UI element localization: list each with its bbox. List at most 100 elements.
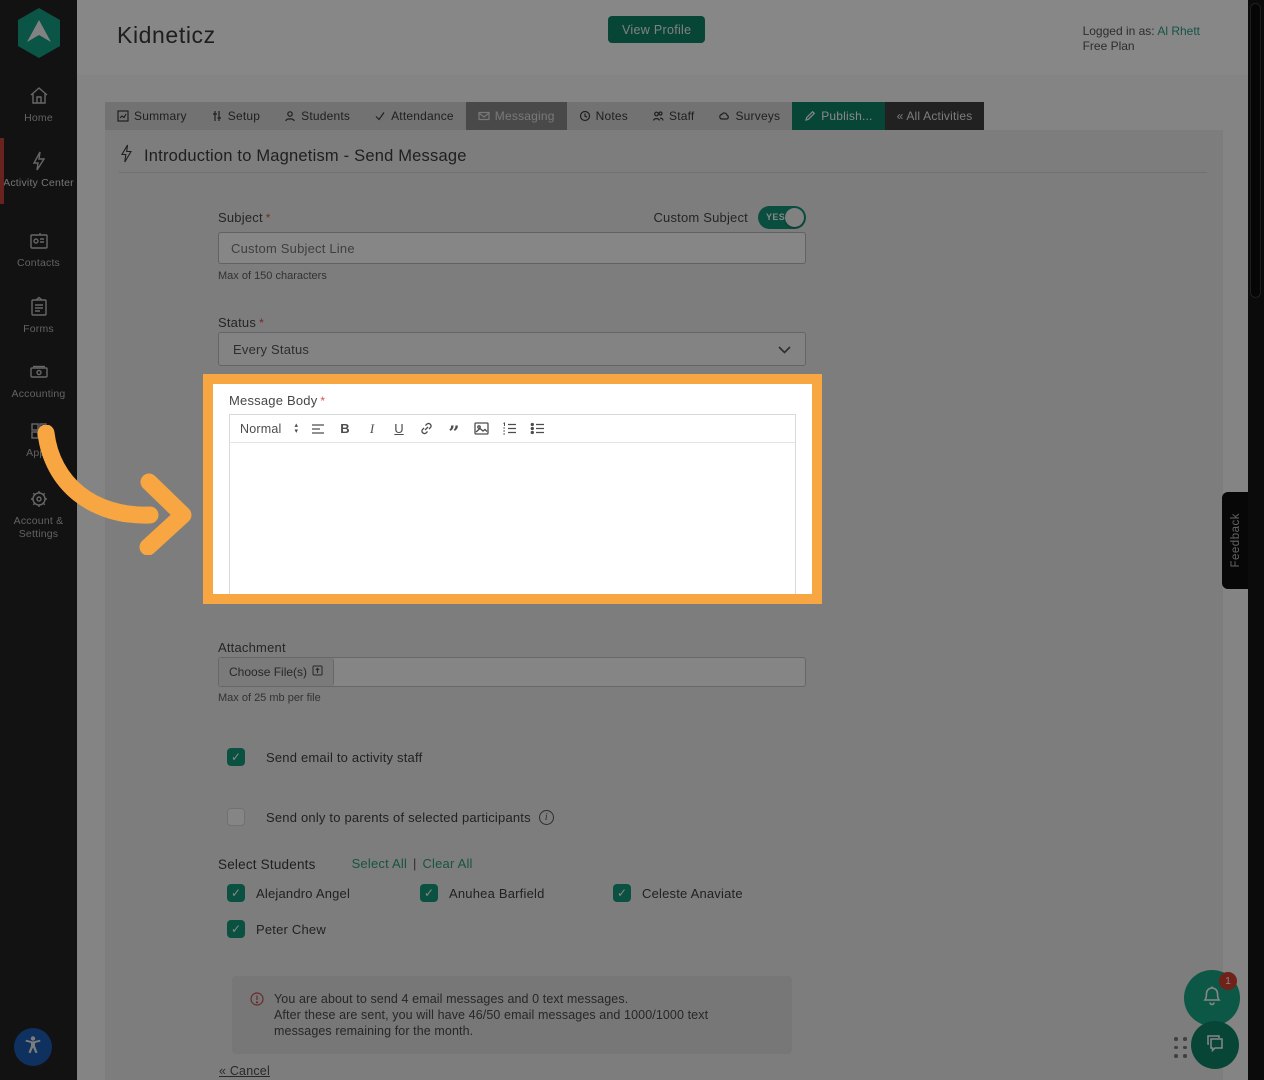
app-logo-icon[interactable] [14, 7, 64, 59]
bolt-icon [119, 144, 134, 168]
people-icon [652, 110, 664, 122]
tab-notes[interactable]: Notes [567, 102, 640, 130]
feedback-tab[interactable]: Feedback [1222, 492, 1250, 589]
bold-button[interactable]: B [338, 420, 352, 438]
image-icon[interactable] [474, 420, 489, 438]
sliders-icon [211, 110, 223, 122]
header: Kidneticz View Profile Logged in as: Al … [77, 0, 1248, 75]
login-info: Logged in as: Al Rhett Free Plan [1083, 24, 1200, 54]
sidebar-item-home[interactable]: Home [0, 85, 77, 125]
student-checkbox[interactable]: ✓ [613, 884, 631, 902]
sidebar-item-label: Contacts [0, 257, 77, 270]
user-name-link[interactable]: Al Rhett [1157, 24, 1200, 38]
attachment-input[interactable]: Choose File(s) [218, 657, 806, 687]
tab-setup[interactable]: Setup [199, 102, 272, 130]
ordered-list-icon[interactable] [502, 420, 517, 438]
align-icon[interactable] [311, 420, 325, 438]
student-item: ✓ Anuhea Barfield [420, 884, 613, 902]
envelope-icon [478, 110, 490, 122]
accessibility-icon [22, 1034, 44, 1061]
status-select[interactable]: Every Status [218, 332, 806, 366]
subject-input[interactable] [218, 232, 806, 264]
info-icon[interactable]: i [539, 810, 554, 825]
tab-attendance[interactable]: Attendance [362, 102, 466, 130]
tab-label: Summary [134, 109, 187, 123]
chevron-down-icon [778, 342, 791, 357]
select-students-row: Select Students Select All|Clear All [218, 855, 473, 873]
sidebar-item-label: Activity Center [0, 177, 77, 190]
sidebar-item-activity-center[interactable]: Activity Center [0, 150, 77, 190]
check-icon [374, 110, 386, 122]
notice-line1: You are about to send 4 email messages a… [274, 992, 628, 1006]
sidebar-item-contacts[interactable]: Contacts [0, 230, 77, 270]
send-staff-checkbox[interactable]: ✓ [227, 748, 245, 766]
tab-all-activities[interactable]: « All Activities [885, 102, 985, 130]
tab-summary[interactable]: Summary [105, 102, 199, 130]
content-card: Introduction to Magnetism - Send Message… [105, 130, 1223, 1080]
attachment-help: Max of 25 mb per file [218, 692, 321, 704]
tab-label: Surveys [735, 109, 780, 123]
tab-label: Setup [228, 109, 260, 123]
subject-label-row: Subject* Custom Subject YES [218, 206, 806, 229]
cancel-link[interactable]: « Cancel [219, 1064, 270, 1078]
logged-in-label: Logged in as: [1083, 24, 1155, 38]
italic-button[interactable]: I [365, 420, 379, 438]
required-asterisk: * [266, 211, 271, 225]
scrollbar-thumb[interactable] [1250, 3, 1261, 298]
sidebar-item-accounting[interactable]: Accounting [0, 361, 77, 401]
toggle-on-label: YES [766, 212, 785, 222]
send-parents-label: Send only to parents of selected partici… [266, 810, 531, 825]
clock-icon [579, 110, 591, 122]
student-name: Alejandro Angel [256, 886, 350, 901]
status-value: Every Status [233, 342, 309, 357]
pencil-icon [804, 110, 816, 122]
bullet-list-icon[interactable] [530, 420, 545, 438]
tab-label: « All Activities [897, 109, 973, 123]
widget-drag-handle[interactable] [1174, 1037, 1187, 1058]
message-body-highlight: Message Body* Normal ▴▾ B I U [203, 374, 822, 604]
format-select[interactable]: Normal [240, 422, 281, 436]
tab-staff[interactable]: Staff [640, 102, 706, 130]
student-item: ✓ Peter Chew [227, 920, 420, 938]
view-profile-button[interactable]: View Profile [608, 16, 705, 43]
choose-files-button[interactable]: Choose File(s) [219, 658, 334, 686]
blockquote-icon[interactable]: ” [447, 424, 461, 442]
custom-subject-toggle[interactable]: YES [758, 206, 806, 229]
app-root: Home Activity Center Contacts Forms Acco [0, 0, 1264, 1080]
send-staff-label: Send email to activity staff [266, 750, 422, 765]
student-name: Celeste Anaviate [642, 886, 743, 901]
activity-title-row: Introduction to Magnetism - Send Message [119, 144, 467, 168]
student-name: Peter Chew [256, 922, 326, 937]
link-icon[interactable] [419, 420, 434, 438]
page-scrollbar[interactable] [1248, 0, 1264, 1080]
tab-label: Messaging [495, 109, 555, 123]
clear-all-link[interactable]: Clear All [422, 856, 472, 871]
tab-publish[interactable]: Publish... [792, 102, 884, 130]
tab-messaging[interactable]: Messaging [466, 102, 567, 130]
sidebar-item-label: Forms [0, 323, 77, 336]
sidebar-item-forms[interactable]: Forms [0, 296, 77, 336]
tab-label: Publish... [821, 109, 872, 123]
send-summary-notice: You are about to send 4 email messages a… [232, 976, 792, 1054]
student-checkbox[interactable]: ✓ [420, 884, 438, 902]
rich-text-editor[interactable]: Normal ▴▾ B I U ” [229, 414, 796, 604]
tab-surveys[interactable]: Surveys [706, 102, 792, 130]
tab-students[interactable]: Students [272, 102, 362, 130]
custom-subject-label: Custom Subject [653, 210, 748, 225]
page-title: Kidneticz [117, 22, 216, 49]
select-all-link[interactable]: Select All [352, 856, 407, 871]
chat-button[interactable] [1191, 1021, 1239, 1069]
required-asterisk: * [320, 394, 325, 408]
status-label: Status [218, 315, 256, 330]
editor-content[interactable] [230, 443, 795, 585]
student-checkbox[interactable]: ✓ [227, 884, 245, 902]
tab-label: Students [301, 109, 350, 123]
send-parents-checkbox[interactable] [227, 808, 245, 826]
student-checkbox[interactable]: ✓ [227, 920, 245, 938]
home-icon [28, 85, 50, 107]
upload-icon [312, 665, 323, 679]
accessibility-button[interactable] [14, 1028, 52, 1066]
underline-button[interactable]: U [392, 420, 406, 438]
format-sort-icon[interactable]: ▴▾ [294, 423, 298, 435]
bolt-icon [28, 150, 50, 172]
